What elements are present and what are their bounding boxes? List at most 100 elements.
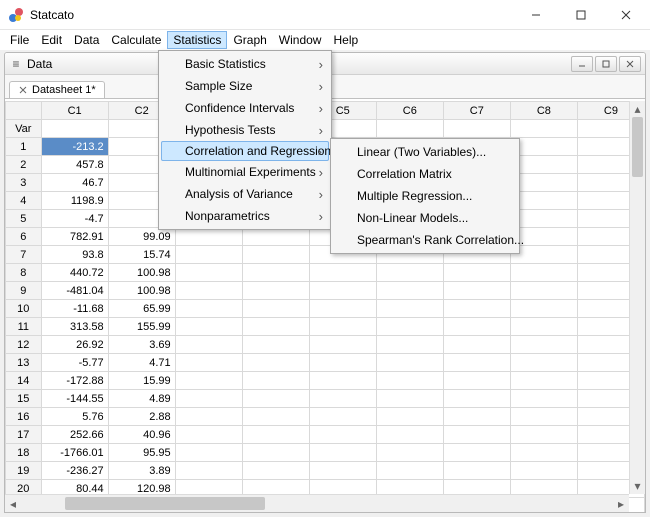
- menu-calculate[interactable]: Calculate: [105, 31, 167, 49]
- var-cell[interactable]: [443, 120, 510, 138]
- menu-item-sample-size[interactable]: Sample Size: [161, 75, 329, 97]
- cell[interactable]: [510, 462, 577, 480]
- cell[interactable]: [309, 462, 376, 480]
- row-header[interactable]: 13: [6, 354, 42, 372]
- cell[interactable]: 4.71: [108, 354, 175, 372]
- cell[interactable]: [175, 372, 242, 390]
- cell[interactable]: [443, 408, 510, 426]
- cell[interactable]: 252.66: [41, 426, 108, 444]
- cell[interactable]: [376, 282, 443, 300]
- cell[interactable]: [443, 318, 510, 336]
- cell[interactable]: [510, 390, 577, 408]
- cell[interactable]: [443, 300, 510, 318]
- cell[interactable]: [309, 372, 376, 390]
- cell[interactable]: [376, 444, 443, 462]
- cell[interactable]: [376, 462, 443, 480]
- cell[interactable]: [443, 336, 510, 354]
- row-header[interactable]: 11: [6, 318, 42, 336]
- row-header[interactable]: 19: [6, 462, 42, 480]
- menu-item-correlation-and-regression[interactable]: Correlation and Regression: [161, 141, 329, 161]
- var-cell[interactable]: [41, 120, 108, 138]
- cell[interactable]: [309, 336, 376, 354]
- cell[interactable]: [175, 408, 242, 426]
- menu-item-correlation-matrix[interactable]: Correlation Matrix: [333, 163, 517, 185]
- cell[interactable]: [175, 300, 242, 318]
- cell[interactable]: 313.58: [41, 318, 108, 336]
- cell[interactable]: 782.91: [41, 228, 108, 246]
- cell[interactable]: [510, 372, 577, 390]
- cell[interactable]: 46.7: [41, 174, 108, 192]
- menu-item-basic-statistics[interactable]: Basic Statistics: [161, 53, 329, 75]
- cell[interactable]: [309, 300, 376, 318]
- cell[interactable]: [510, 426, 577, 444]
- horizontal-scroll-thumb[interactable]: [65, 497, 265, 510]
- menu-edit[interactable]: Edit: [35, 31, 68, 49]
- datasheet-tab[interactable]: Datasheet 1*: [9, 81, 105, 98]
- cell[interactable]: 3.89: [108, 462, 175, 480]
- cell[interactable]: [242, 426, 309, 444]
- cell[interactable]: [376, 336, 443, 354]
- cell[interactable]: [242, 390, 309, 408]
- cell[interactable]: [443, 462, 510, 480]
- cell[interactable]: [510, 246, 577, 264]
- cell[interactable]: [309, 426, 376, 444]
- window-maximize-button[interactable]: [558, 1, 603, 29]
- cell[interactable]: [175, 390, 242, 408]
- cell[interactable]: [175, 354, 242, 372]
- menu-item-nonparametrics[interactable]: Nonparametrics: [161, 205, 329, 227]
- cell[interactable]: [510, 282, 577, 300]
- cell[interactable]: [242, 228, 309, 246]
- cell[interactable]: [376, 408, 443, 426]
- cell[interactable]: [510, 408, 577, 426]
- cell[interactable]: [175, 426, 242, 444]
- cell[interactable]: [376, 300, 443, 318]
- cell[interactable]: 440.72: [41, 264, 108, 282]
- column-header[interactable]: C6: [376, 102, 443, 120]
- cell[interactable]: [175, 228, 242, 246]
- row-header[interactable]: 8: [6, 264, 42, 282]
- cell[interactable]: -5.77: [41, 354, 108, 372]
- cell[interactable]: [376, 426, 443, 444]
- row-header[interactable]: 3: [6, 174, 42, 192]
- cell[interactable]: [242, 282, 309, 300]
- window-minimize-button[interactable]: [513, 1, 558, 29]
- cell[interactable]: [242, 462, 309, 480]
- row-header[interactable]: 14: [6, 372, 42, 390]
- cell[interactable]: 95.95: [108, 444, 175, 462]
- mdi-close-button[interactable]: [619, 56, 641, 72]
- row-header[interactable]: 15: [6, 390, 42, 408]
- cell[interactable]: [309, 264, 376, 282]
- row-header[interactable]: 4: [6, 192, 42, 210]
- cell[interactable]: [242, 444, 309, 462]
- scroll-left-arrow-icon[interactable]: ◂: [5, 495, 21, 512]
- cell[interactable]: -213.2: [41, 138, 108, 156]
- cell[interactable]: [376, 264, 443, 282]
- cell[interactable]: 100.98: [108, 282, 175, 300]
- cell[interactable]: [242, 354, 309, 372]
- cell[interactable]: [242, 372, 309, 390]
- column-header[interactable]: C8: [510, 102, 577, 120]
- var-cell[interactable]: [376, 120, 443, 138]
- cell[interactable]: [510, 192, 577, 210]
- cell[interactable]: [510, 264, 577, 282]
- cell[interactable]: 4.89: [108, 390, 175, 408]
- cell[interactable]: [376, 372, 443, 390]
- cell[interactable]: -4.7: [41, 210, 108, 228]
- menu-statistics[interactable]: Statistics: [167, 31, 227, 49]
- cell[interactable]: [510, 138, 577, 156]
- cell[interactable]: [175, 462, 242, 480]
- row-header[interactable]: 2: [6, 156, 42, 174]
- cell[interactable]: [443, 426, 510, 444]
- cell[interactable]: [175, 318, 242, 336]
- cell[interactable]: [175, 336, 242, 354]
- cell[interactable]: 65.99: [108, 300, 175, 318]
- cell[interactable]: [376, 318, 443, 336]
- cell[interactable]: -1766.01: [41, 444, 108, 462]
- cell[interactable]: [242, 318, 309, 336]
- menu-help[interactable]: Help: [327, 31, 364, 49]
- cell[interactable]: 155.99: [108, 318, 175, 336]
- tab-close-icon[interactable]: [18, 85, 28, 95]
- cell[interactable]: [175, 264, 242, 282]
- menu-item-hypothesis-tests[interactable]: Hypothesis Tests: [161, 119, 329, 141]
- cell[interactable]: [242, 408, 309, 426]
